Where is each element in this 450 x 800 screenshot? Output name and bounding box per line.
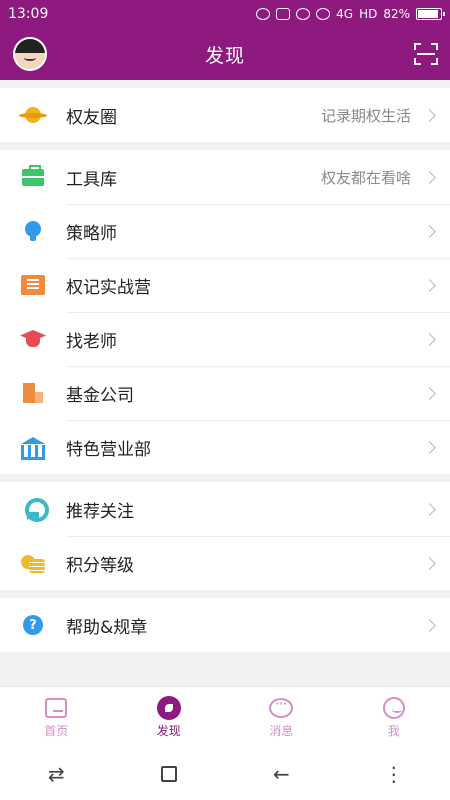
chevron-right-icon bbox=[423, 332, 436, 346]
menu-item-toolbox[interactable]: 工具库 权友都在看啥 bbox=[0, 150, 450, 204]
chevron-right-icon bbox=[423, 386, 436, 400]
back-icon[interactable]: ← bbox=[261, 754, 301, 794]
scan-icon[interactable] bbox=[414, 43, 438, 65]
chevron-right-icon bbox=[423, 278, 436, 292]
menu-item-friends-circle[interactable]: 权友圈 记录期权生活 bbox=[0, 88, 450, 142]
menu-item-find-teacher[interactable]: 找老师 bbox=[0, 312, 450, 366]
menu-item-hint: 记录期权生活 bbox=[320, 106, 411, 125]
badge-icon bbox=[23, 498, 49, 522]
menu-item-label: 权友圈 bbox=[66, 107, 117, 128]
coins-icon bbox=[21, 553, 45, 573]
chevron-right-icon bbox=[423, 618, 436, 632]
tab-bar: 首页 发现 ··· 消息 我 bbox=[0, 686, 450, 748]
menu-item-label: 工具库 bbox=[66, 169, 117, 190]
menu-group: 工具库 权友都在看啥 策略师 权记实战营 找老师 基金公司 特色营业部 bbox=[0, 150, 450, 474]
tab-discover[interactable]: 发现 bbox=[113, 687, 226, 748]
header: 发现 bbox=[0, 28, 450, 80]
tab-label: 消息 bbox=[269, 723, 294, 738]
alarm-icon bbox=[296, 8, 311, 20]
chevron-right-icon bbox=[423, 108, 436, 122]
message-icon: ··· bbox=[269, 697, 294, 718]
menu-item-label: 策略师 bbox=[66, 223, 117, 244]
menu-item-fund-company[interactable]: 基金公司 bbox=[0, 366, 450, 420]
square-icon bbox=[160, 766, 177, 782]
menu-item-recommended[interactable]: 推荐关注 bbox=[0, 482, 450, 536]
system-nav-bar: ⇄ ← ⋮ bbox=[0, 748, 450, 800]
menu-item-label: 特色营业部 bbox=[66, 439, 151, 460]
status-indicators: 4G HD 82% bbox=[256, 7, 445, 21]
hd-indicator: HD bbox=[359, 7, 378, 21]
page-title: 发现 bbox=[204, 44, 245, 67]
menu-icon[interactable]: ⋮ bbox=[374, 754, 414, 794]
tab-label: 发现 bbox=[156, 723, 181, 738]
discover-menu: 权友圈 记录期权生活 工具库 权友都在看啥 策略师 权记实战营 找老师 基金公司… bbox=[0, 80, 450, 652]
help-icon: ? bbox=[23, 615, 43, 635]
menu-group: ? 帮助&规章 bbox=[0, 598, 450, 652]
battery-icon bbox=[416, 8, 445, 20]
chevron-right-icon bbox=[423, 224, 436, 238]
graduation-cap-icon bbox=[20, 330, 46, 348]
menu-item-help[interactable]: ? 帮助&规章 bbox=[0, 598, 450, 652]
discover-icon bbox=[156, 695, 181, 720]
profile-icon bbox=[382, 696, 405, 719]
tab-label: 首页 bbox=[44, 723, 69, 738]
chevron-right-icon bbox=[423, 170, 436, 184]
menu-item-strategist[interactable]: 策略师 bbox=[0, 204, 450, 258]
menu-item-branch[interactable]: 特色营业部 bbox=[0, 420, 450, 474]
menu-item-label: 推荐关注 bbox=[66, 501, 134, 522]
menu-item-label: 权记实战营 bbox=[66, 277, 151, 298]
menu-item-label: 帮助&规章 bbox=[66, 617, 148, 638]
menu-item-label: 基金公司 bbox=[66, 385, 134, 406]
planet-icon bbox=[19, 107, 47, 123]
menu-item-training-camp[interactable]: 权记实战营 bbox=[0, 258, 450, 312]
menu-item-label: 积分等级 bbox=[66, 555, 134, 576]
lightbulb-icon bbox=[25, 221, 41, 241]
home-icon bbox=[45, 697, 68, 718]
wifi-icon bbox=[316, 8, 331, 20]
tab-me[interactable]: 我 bbox=[338, 687, 450, 748]
building-icon bbox=[23, 383, 43, 403]
network-type: 4G bbox=[336, 7, 354, 21]
menu-item-hint: 权友都在看啥 bbox=[320, 168, 411, 187]
toolbox-icon bbox=[22, 164, 44, 186]
location-icon bbox=[256, 8, 271, 20]
home-button[interactable] bbox=[149, 754, 189, 794]
menu-group: 推荐关注 积分等级 bbox=[0, 482, 450, 590]
chevron-right-icon bbox=[423, 556, 436, 570]
status-bar: 13:09 4G HD 82% bbox=[0, 0, 450, 28]
tab-label: 我 bbox=[387, 723, 400, 738]
chevron-right-icon bbox=[423, 502, 436, 516]
vibrate-icon bbox=[276, 8, 291, 20]
battery-percent: 82% bbox=[383, 7, 410, 21]
tab-home[interactable]: 首页 bbox=[0, 687, 113, 748]
menu-item-points-level[interactable]: 积分等级 bbox=[0, 536, 450, 590]
status-time: 13:09 bbox=[8, 6, 49, 22]
menu-group: 权友圈 记录期权生活 bbox=[0, 88, 450, 142]
bank-icon bbox=[21, 437, 45, 460]
camp-icon bbox=[21, 275, 45, 295]
switch-apps-icon[interactable]: ⇄ bbox=[36, 754, 76, 794]
chevron-right-icon bbox=[423, 440, 436, 454]
menu-item-label: 找老师 bbox=[66, 331, 117, 352]
avatar[interactable] bbox=[13, 37, 47, 71]
tab-messages[interactable]: ··· 消息 bbox=[225, 687, 338, 748]
